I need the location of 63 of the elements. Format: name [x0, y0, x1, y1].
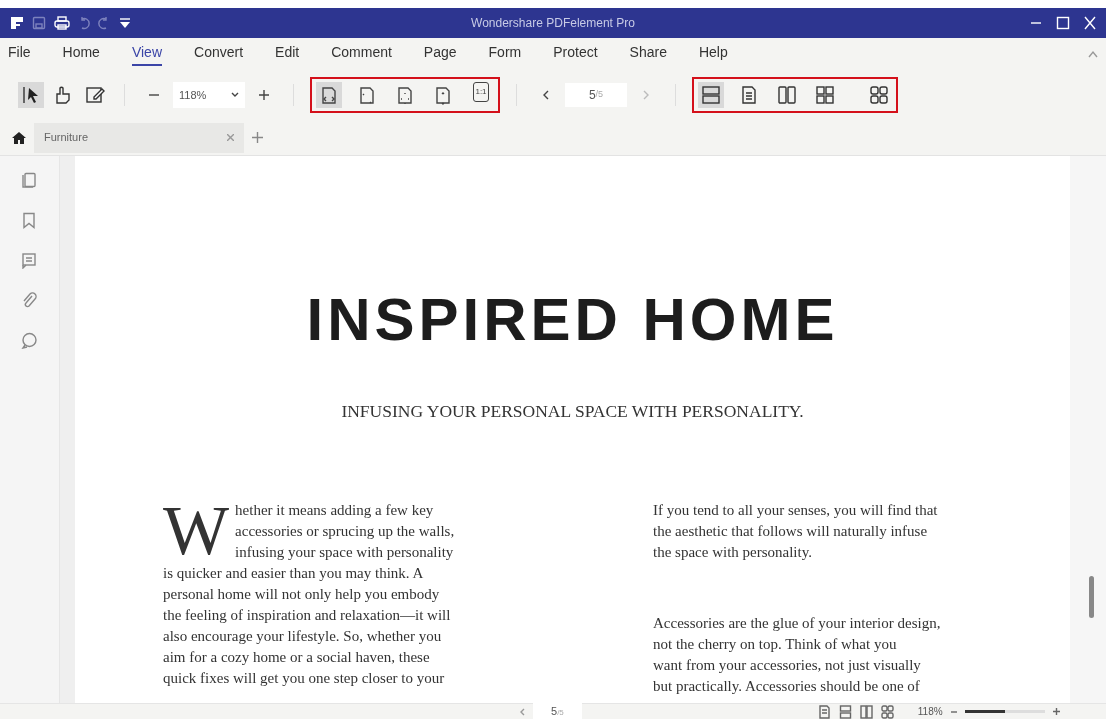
two-pages-icon[interactable] [859, 704, 873, 719]
fit-width-button[interactable] [316, 82, 342, 108]
comment-list-icon[interactable] [21, 252, 38, 269]
speech-bubble-icon[interactable] [21, 332, 38, 349]
minus-icon[interactable] [950, 708, 957, 715]
single-page-icon[interactable] [817, 704, 831, 719]
app-logo-icon [10, 16, 24, 30]
four-pages-icon [815, 85, 835, 105]
menu-tab[interactable]: File [8, 42, 31, 66]
menu-tab[interactable]: Protect [553, 42, 598, 66]
scrollbar-thumb[interactable] [1089, 576, 1094, 618]
menu-tab[interactable]: Convert [194, 42, 244, 66]
page-number-field[interactable]: 5/5 [533, 703, 582, 719]
menu-tab[interactable]: Edit [275, 42, 300, 66]
body-paragraph: If you tend to all your senses, you will find that the aesthetic that follows will naturally infuse the space with personality. [653, 501, 938, 563]
actual-size-button[interactable]: 1:1 [473, 82, 489, 102]
menu-tab[interactable]: Form [488, 42, 522, 66]
page-icon [320, 85, 338, 105]
zoom-slider[interactable] [964, 710, 1045, 713]
chevron-left-icon[interactable] [520, 707, 525, 716]
plus-icon [259, 90, 269, 100]
document-heading: INSPIRED HOME [306, 285, 839, 355]
document-tab[interactable]: Furniture [34, 122, 244, 153]
menu-tab[interactable]: Comment [331, 42, 392, 66]
customize-dropdown-icon[interactable] [118, 16, 132, 30]
page-icon [434, 85, 452, 105]
menu-tab[interactable]: Help [698, 42, 728, 66]
menu-tab[interactable]: Page [423, 42, 457, 66]
menu-tab[interactable]: View [131, 42, 162, 66]
bookmark-icon[interactable] [21, 212, 38, 229]
window-title: Wondershare PDFelement Pro [471, 16, 635, 30]
zoom-dropdown[interactable]: 118% [173, 82, 245, 108]
page-icon [396, 85, 414, 105]
page-icon [358, 85, 376, 105]
stacked-pages-icon [701, 85, 721, 105]
two-pages-icon [777, 85, 797, 105]
home-icon[interactable] [12, 130, 26, 145]
maximize-icon[interactable] [1056, 16, 1070, 30]
stacked-pages-icon[interactable] [838, 704, 852, 719]
single-scroll-button[interactable] [698, 82, 724, 108]
single-page-icon [739, 85, 759, 105]
chevron-down-icon [231, 92, 239, 98]
menu-tab[interactable]: Share [629, 42, 667, 66]
paperclip-icon[interactable] [21, 292, 38, 309]
save-icon[interactable] [32, 16, 46, 30]
chevron-left-icon [543, 90, 549, 100]
zoom-value: 118% [917, 705, 943, 719]
thumbnails-icon[interactable] [21, 172, 38, 189]
plus-icon[interactable] [1052, 708, 1060, 715]
select-tool-button[interactable] [18, 82, 44, 108]
collapse-ribbon-icon[interactable] [1088, 50, 1098, 58]
four-pages-icon[interactable] [880, 704, 894, 719]
edit-icon [85, 85, 105, 105]
print-icon[interactable] [54, 16, 70, 30]
chevron-right-icon [643, 90, 649, 100]
hand-icon [53, 85, 73, 105]
undo-icon[interactable] [78, 16, 90, 30]
menu-tab[interactable]: Home [62, 42, 100, 66]
redo-icon[interactable] [98, 16, 110, 30]
body-paragraph: Accessories are the glue of your interior design, not the cherry on top. Think of what you want from your accessories, not just visually but practically. Accessories should be one of [653, 614, 941, 697]
grid-icon [869, 85, 889, 105]
plus-icon[interactable] [252, 132, 263, 143]
document-subtitle: INFUSING YOUR PERSONAL SPACE WITH PERSONALITY. [341, 400, 804, 423]
